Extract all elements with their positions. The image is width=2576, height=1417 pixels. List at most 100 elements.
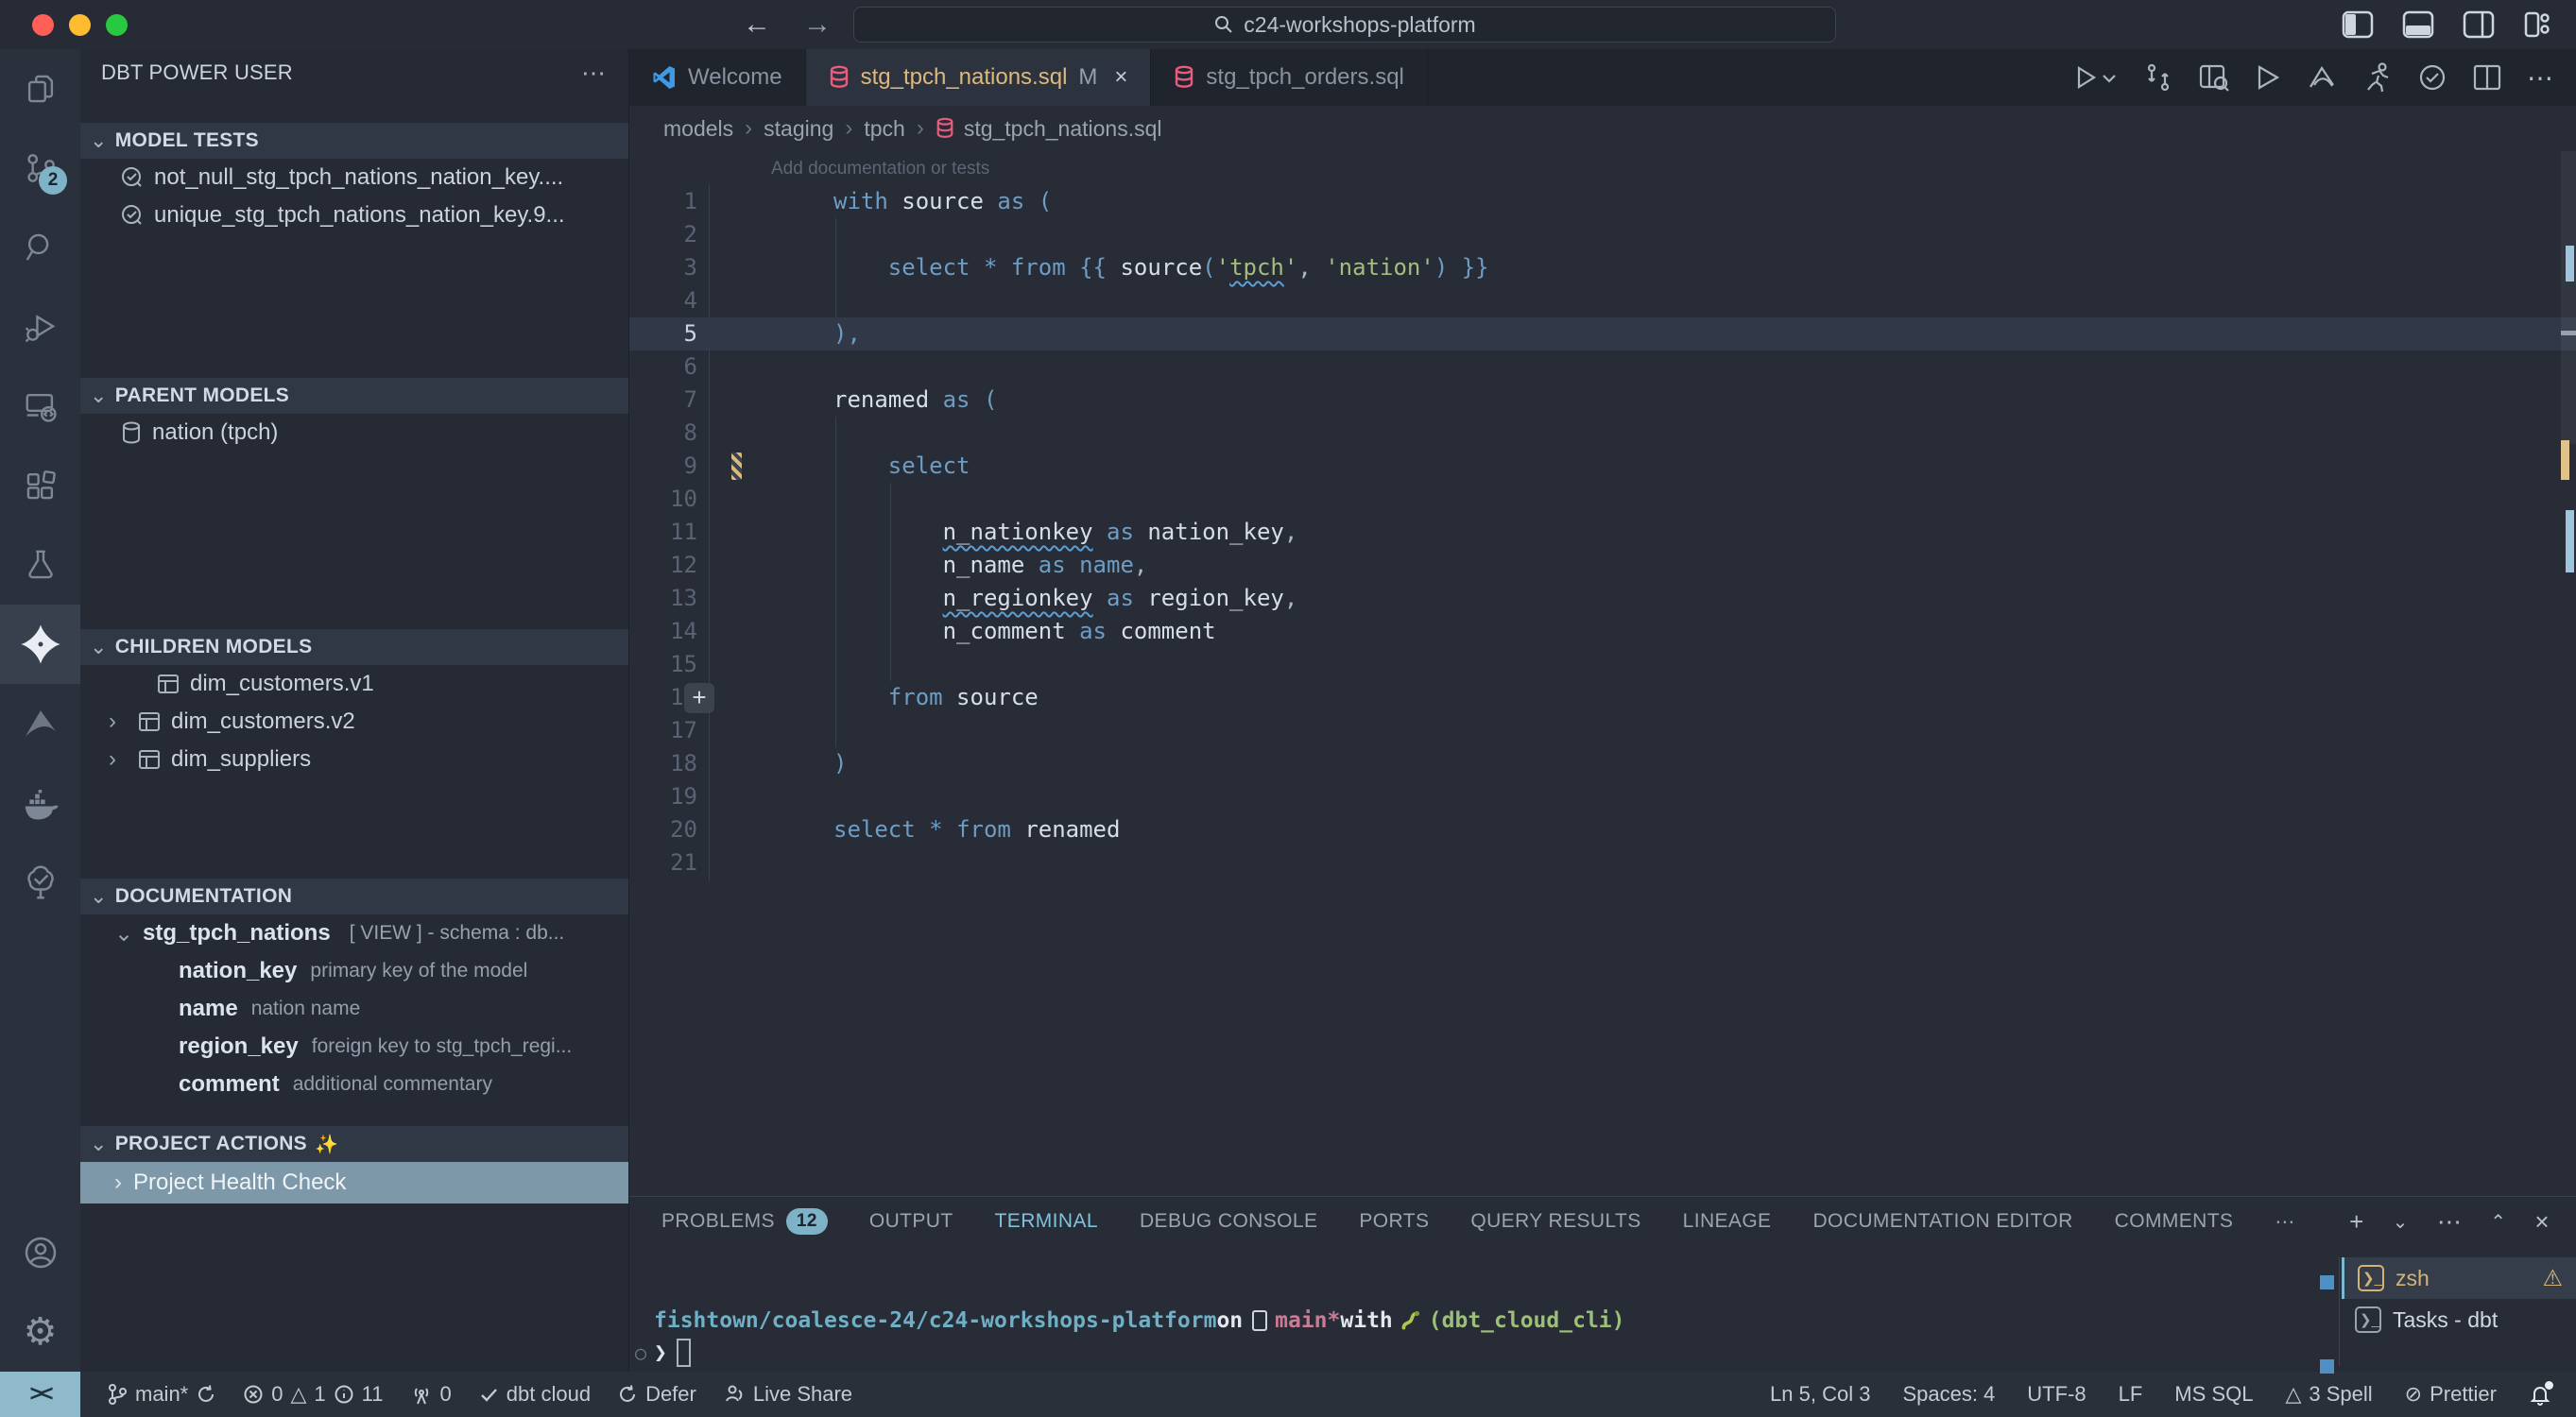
code-line[interactable]: 14 n_comment as comment — [629, 615, 2576, 648]
dbt-power-user-icon[interactable] — [0, 605, 80, 684]
code-line[interactable]: 5), — [629, 317, 2576, 350]
spell-status[interactable]: △3 Spell — [2285, 1382, 2372, 1407]
tab-welcome[interactable]: Welcome — [629, 49, 806, 106]
problems-status[interactable]: 0 △ 1 11 — [243, 1382, 383, 1407]
section-parent-models[interactable]: ⌄ PARENT MODELS — [80, 378, 628, 414]
build-compare-icon[interactable] — [2143, 62, 2173, 93]
cursor-position[interactable]: Ln 5, Col 3 — [1770, 1382, 1870, 1407]
breadcrumb-item[interactable]: models — [663, 116, 733, 142]
panel-tab-lineage[interactable]: LINEAGE — [1683, 1210, 1772, 1233]
code-line[interactable]: 1with source as ( — [629, 185, 2576, 218]
child-model-item[interactable]: dim_customers.v1 — [80, 665, 628, 703]
close-panel-icon[interactable]: × — [2534, 1207, 2550, 1237]
project-health-check-row[interactable]: › Project Health Check — [80, 1162, 628, 1204]
doc-column-row[interactable]: name nation name — [80, 990, 628, 1028]
code-line[interactable]: 7renamed as ( — [629, 384, 2576, 417]
more-actions-icon[interactable]: ⋯ — [2527, 62, 2553, 94]
panel-tab-output[interactable]: OUTPUT — [869, 1210, 953, 1233]
terminal-view[interactable]: fishtown/coalesce-24/c24-workshops-platf… — [629, 1246, 2340, 1372]
run-model-icon[interactable] — [2362, 61, 2393, 94]
close-tab-icon[interactable]: × — [1114, 64, 1127, 91]
section-model-tests[interactable]: ⌄ MODEL TESTS — [80, 123, 628, 159]
panel-tab-terminal[interactable]: TERMINAL — [995, 1210, 1098, 1233]
panel-tab-debug-console[interactable]: DEBUG CONSOLE — [1140, 1210, 1317, 1233]
code-line[interactable]: 19 — [629, 780, 2576, 813]
breadcrumb-item[interactable]: tpch — [864, 116, 904, 142]
encoding[interactable]: UTF-8 — [2027, 1382, 2086, 1407]
live-share-status[interactable]: Live Share — [723, 1382, 852, 1407]
gutter-add-button[interactable]: + — [684, 683, 714, 713]
forward-button[interactable]: → — [803, 9, 832, 41]
source-control-icon[interactable]: 2 — [0, 128, 80, 208]
notifications-bell[interactable] — [2529, 1383, 2551, 1406]
code-line[interactable]: 18) — [629, 747, 2576, 780]
code-line[interactable]: 10 — [629, 483, 2576, 516]
model-test-item[interactable]: unique_stg_tpch_nations_nation_key.9... — [80, 196, 628, 234]
doc-column-row[interactable]: nation_key primary key of the model — [80, 952, 628, 990]
beaker-test-icon[interactable] — [0, 525, 80, 605]
code-line[interactable]: 3 select * from {{ source('tpch', 'natio… — [629, 251, 2576, 284]
indentation[interactable]: Spaces: 4 — [1902, 1382, 1995, 1407]
extensions-icon[interactable] — [0, 446, 80, 525]
terminal-dropdown-icon[interactable]: ⌄ — [2393, 1210, 2409, 1234]
dbt-cloud-status[interactable]: dbt cloud — [478, 1382, 591, 1407]
back-button[interactable]: ← — [743, 9, 771, 41]
doc-column-row[interactable]: comment additional commentary — [80, 1066, 628, 1103]
code-line[interactable]: 8 — [629, 417, 2576, 450]
customize-layout-icon[interactable] — [2523, 10, 2551, 39]
breadcrumb-file[interactable]: stg_tpch_nations.sql — [936, 116, 1162, 142]
eol[interactable]: LF — [2119, 1382, 2143, 1407]
tab-stg-tpch-orders[interactable]: stg_tpch_orders.sql — [1151, 49, 1427, 106]
branch-status[interactable]: main* — [107, 1382, 216, 1407]
minimize-window-button[interactable] — [69, 14, 91, 36]
terminal-tab-tasks-dbt[interactable]: ❯_ Tasks - dbt — [2342, 1299, 2576, 1340]
altimate-icon[interactable] — [0, 684, 80, 763]
code-line[interactable]: 17 — [629, 714, 2576, 747]
child-model-item[interactable]: › dim_suppliers — [80, 741, 628, 778]
panel-tabs-more-icon[interactable]: ⋯ — [2275, 1210, 2294, 1234]
panel-tab-documentation-editor[interactable]: DOCUMENTATION EDITOR — [1812, 1210, 2072, 1233]
code-line[interactable]: 15 — [629, 648, 2576, 681]
code-editor[interactable]: Add documentation or tests 1with source … — [629, 151, 2576, 1196]
code-line[interactable]: 21 — [629, 846, 2576, 879]
breadcrumb-item[interactable]: staging — [764, 116, 833, 142]
settings-gear-icon[interactable]: ⚙ — [0, 1292, 80, 1372]
code-line[interactable]: 6 — [629, 350, 2576, 384]
parent-model-item[interactable]: nation (tpch) — [80, 414, 628, 452]
split-editor-icon[interactable] — [2472, 63, 2502, 92]
panel-tab-ports[interactable]: PORTS — [1359, 1210, 1429, 1233]
code-line[interactable]: 9 select — [629, 450, 2576, 483]
accounts-icon[interactable] — [0, 1213, 80, 1292]
search-view-icon[interactable] — [0, 208, 80, 287]
close-window-button[interactable] — [32, 14, 54, 36]
run-dropdown-icon[interactable] — [2073, 63, 2119, 92]
docker-icon[interactable] — [0, 763, 80, 843]
execute-icon[interactable] — [2255, 63, 2281, 92]
defer-status[interactable]: Defer — [617, 1382, 696, 1407]
new-terminal-icon[interactable]: + — [2349, 1207, 2364, 1237]
terminal-sash[interactable] — [2339, 1257, 2340, 1366]
overview-ruler[interactable] — [2561, 151, 2576, 1196]
code-line[interactable]: 12 n_name as name, — [629, 549, 2576, 582]
code-line[interactable]: 16+ from source — [629, 681, 2576, 714]
query-preview-icon[interactable] — [2198, 62, 2230, 93]
panel-more-icon[interactable]: ⋯ — [2437, 1207, 2462, 1237]
model-test-item[interactable]: not_null_stg_tpch_nations_nation_key.... — [80, 159, 628, 196]
test-circle-check-icon[interactable] — [2417, 62, 2447, 93]
ports-status[interactable]: 0 — [410, 1382, 452, 1407]
language-mode[interactable]: MS SQL — [2174, 1382, 2253, 1407]
code-line[interactable]: 2 — [629, 218, 2576, 251]
panel-tab-problems[interactable]: PROBLEMS 12 — [661, 1208, 828, 1235]
terminal-tab-zsh[interactable]: ❯_ zsh ⚠ — [2342, 1257, 2576, 1299]
section-children-models[interactable]: ⌄ CHILDREN MODELS — [80, 629, 628, 665]
code-line[interactable]: 20select * from renamed — [629, 813, 2576, 846]
doc-column-row[interactable]: region_key foreign key to stg_tpch_regi.… — [80, 1028, 628, 1066]
section-documentation[interactable]: ⌄ DOCUMENTATION — [80, 879, 628, 914]
section-project-actions[interactable]: ⌄ PROJECT ACTIONS ✨ — [80, 1126, 628, 1162]
child-model-item[interactable]: › dim_customers.v2 — [80, 703, 628, 741]
altimate-a-icon[interactable] — [2306, 62, 2338, 93]
remote-indicator[interactable]: >< — [0, 1372, 80, 1417]
doc-model-row[interactable]: ⌄ stg_tpch_nations [ VIEW ] - schema : d… — [80, 914, 628, 952]
zoom-window-button[interactable] — [106, 14, 128, 36]
command-center-search[interactable]: c24-workshops-platform — [853, 7, 1836, 43]
